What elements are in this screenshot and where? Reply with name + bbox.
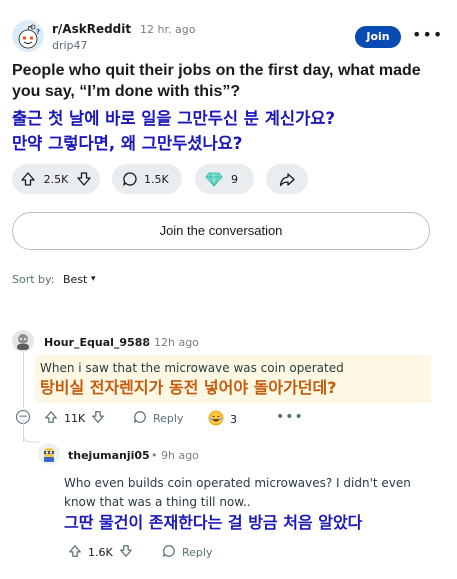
comment-bubble-icon <box>133 410 147 427</box>
thread-connector <box>23 430 39 443</box>
comment-time: • 12h ago <box>144 336 199 349</box>
diamond-award-icon <box>205 171 223 187</box>
comment-time: • 9h ago <box>151 449 199 462</box>
subreddit-avatar-icon[interactable]: ? <box>12 20 44 52</box>
share-arrow-icon <box>279 171 295 187</box>
join-conversation-input[interactable]: Join the conversation <box>12 212 430 250</box>
post-translation-line-1: 출근 첫 날에 바로 일을 그만두신 분 계신가요? <box>12 109 336 128</box>
upvote-icon[interactable] <box>44 410 58 427</box>
reply-button[interactable]: Reply <box>133 410 183 427</box>
comment-upvote-count: 1.6K <box>88 546 113 559</box>
svg-text:?: ? <box>36 28 40 36</box>
reply-button[interactable]: Reply <box>162 544 212 561</box>
post-author[interactable]: drip47 <box>52 39 88 52</box>
post-translation-line-2: 만약 그렇다면, 왜 그만두셨나요? <box>12 134 243 153</box>
comment-vote-bar: 1.6K <box>68 544 133 561</box>
downvote-icon[interactable] <box>119 544 133 561</box>
thread-line <box>23 348 24 408</box>
sort-label: Sort by: <box>12 273 55 286</box>
user-avatar-icon[interactable] <box>38 443 60 465</box>
downvote-icon[interactable] <box>76 171 92 187</box>
comments-button[interactable]: 1.5K <box>112 164 182 194</box>
comment-translation: 탕비실 전자렌지가 동전 넣어야 돌아가던데? <box>40 378 337 397</box>
post-title: People who quit their jobs on the first … <box>12 62 421 100</box>
post-upvote-count: 2.5K <box>43 172 69 186</box>
post-vote-bar: 2.5K <box>12 164 100 194</box>
join-button[interactable]: Join <box>355 26 401 48</box>
post-translation: 출근 첫 날에 바로 일을 그만두신 분 계신가요? 만약 그렇다면, 왜 그만… <box>12 106 442 156</box>
more-options-icon[interactable]: ••• <box>276 409 304 425</box>
reply-label: Reply <box>153 412 184 425</box>
post-comment-count: 1.5K <box>144 172 169 186</box>
comment-upvote-count: 11K <box>64 412 86 425</box>
subreddit-name[interactable]: r/AskReddit <box>52 22 131 36</box>
post-time: 12 hr. ago <box>140 23 196 36</box>
sort-dropdown[interactable]: Best <box>63 273 87 286</box>
user-avatar-icon[interactable] <box>12 330 34 352</box>
more-options-icon[interactable]: ••• <box>412 26 442 48</box>
comment-award-count: 3 <box>230 413 237 426</box>
comment-bubble-icon <box>162 544 176 561</box>
comment-body: Who even builds coin operated microwaves… <box>64 474 411 512</box>
comment-bubble-icon <box>122 171 138 187</box>
comment-body-line-2: know that was a thing till now.. <box>64 495 251 509</box>
downvote-icon[interactable] <box>91 410 105 427</box>
comment-username[interactable]: thejumanji05 <box>68 449 150 462</box>
comment-username[interactable]: Hour_Equal_9588 <box>44 336 150 349</box>
comment-body: When i saw that the microwave was coin o… <box>40 361 344 375</box>
reply-label: Reply <box>182 546 213 559</box>
award-button[interactable]: 9 <box>195 164 254 194</box>
comment-vote-bar: 11K <box>44 410 105 427</box>
comment-translation: 그딴 물건이 존재한다는 걸 방금 처음 알았다 <box>64 513 363 532</box>
post-award-count: 9 <box>231 172 238 186</box>
laughing-emoji-icon <box>208 410 224 429</box>
share-button[interactable] <box>266 164 308 194</box>
upvote-icon[interactable] <box>68 544 82 561</box>
chevron-down-icon[interactable]: ▾ <box>91 274 96 284</box>
comment-body-line-1: Who even builds coin operated microwaves… <box>64 476 411 490</box>
comment-award-button[interactable]: 3 <box>208 410 237 429</box>
upvote-icon[interactable] <box>20 171 36 187</box>
post-header: ? r/AskReddit 12 hr. ago drip47 Join ••• <box>12 18 445 54</box>
